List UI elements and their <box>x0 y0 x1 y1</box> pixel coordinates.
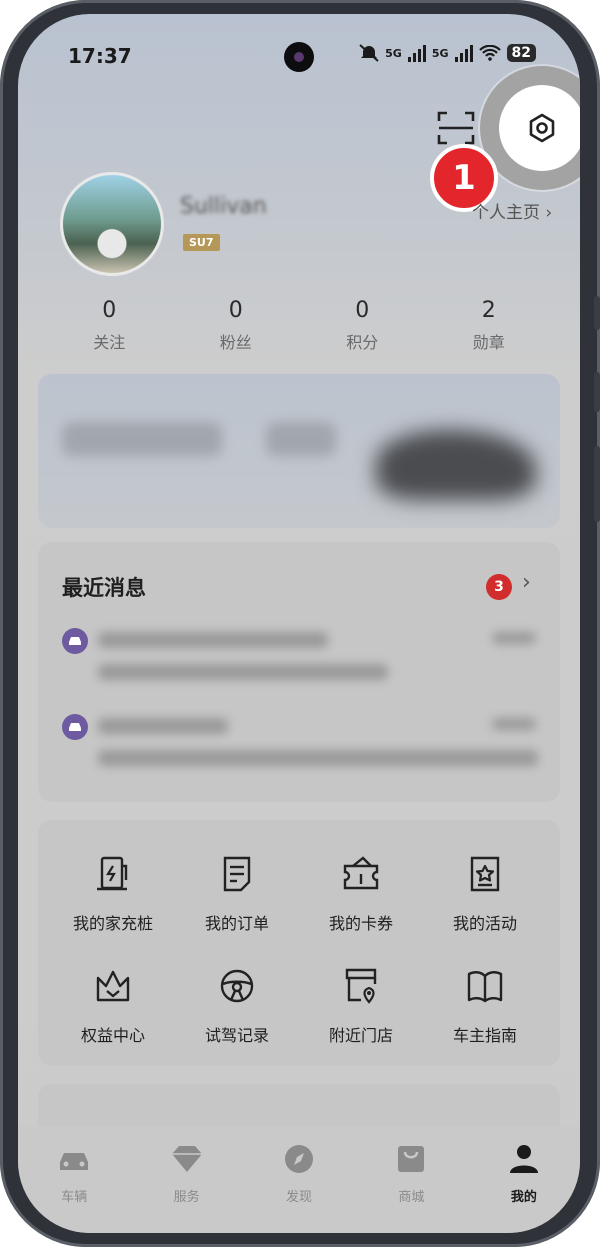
diamond-icon <box>171 1146 202 1172</box>
shopping-bag-icon <box>398 1146 425 1172</box>
activity-icon <box>470 856 500 892</box>
service-label: 车主指南 <box>452 1026 517 1045</box>
person-icon <box>509 1145 538 1173</box>
wifi-icon <box>478 45 501 61</box>
service-nearby-stores[interactable]: 附近门店 <box>299 966 423 1046</box>
tab-label: 我的 <box>510 1190 537 1205</box>
tab-mall[interactable]: 商城 <box>355 1144 467 1233</box>
store-location-icon <box>345 968 377 1004</box>
service-my-activities[interactable]: 我的活动 <box>423 854 547 934</box>
stats-row: 0 关注 0 粉丝 0 积分 2 勋章 <box>46 298 552 353</box>
car-icon <box>62 714 88 740</box>
services-grid: 我的家充桩 我的订单 我的卡券 我的活动 权益中心 试驾记录 附近门店 车主指南 <box>38 820 560 1066</box>
phone-side-button <box>594 296 600 330</box>
gear-icon <box>529 113 555 143</box>
tab-label: 服务 <box>173 1190 200 1205</box>
messages-title: 最近消息 <box>62 576 146 600</box>
service-label: 试驾记录 <box>204 1026 269 1045</box>
signal-icon <box>407 44 426 62</box>
tab-vehicle[interactable]: 车辆 <box>18 1144 130 1233</box>
mute-icon <box>359 44 379 62</box>
blurred-vehicle-info <box>266 422 336 456</box>
app-screen: 17:37 5G 5G 82 1 Sullivan SU7 个人主页 › 0 关注… <box>18 14 580 1233</box>
network-label: 5G <box>385 46 402 60</box>
phone-side-button <box>594 446 600 522</box>
vehicle-image <box>376 430 536 500</box>
charger-icon <box>97 856 128 891</box>
message-item[interactable] <box>62 710 542 780</box>
stat-label: 积分 <box>346 333 379 352</box>
blurred-message-time <box>492 632 536 644</box>
stat-follow[interactable]: 0 关注 <box>46 298 173 353</box>
service-label: 我的订单 <box>204 914 269 933</box>
car-icon <box>62 628 88 654</box>
crown-icon <box>96 970 130 1002</box>
stat-label: 粉丝 <box>219 333 252 352</box>
front-camera <box>284 42 314 72</box>
service-label: 附近门店 <box>328 1026 393 1045</box>
tab-mine[interactable]: 我的 <box>468 1144 580 1233</box>
service-owner-guide[interactable]: 车主指南 <box>423 966 547 1046</box>
network-label: 5G <box>431 46 449 60</box>
status-time: 17:37 <box>68 44 132 68</box>
battery-indicator: 82 <box>506 44 536 62</box>
blurred-message-body <box>98 750 538 766</box>
service-benefits-center[interactable]: 权益中心 <box>51 966 175 1046</box>
compass-icon <box>285 1145 314 1173</box>
phone-side-button <box>594 372 600 412</box>
tab-discover[interactable]: 发现 <box>243 1144 355 1233</box>
service-my-coupons[interactable]: 我的卡券 <box>299 854 423 934</box>
username: Sullivan <box>180 194 267 219</box>
signal-icon <box>454 44 473 62</box>
stat-label: 勋章 <box>472 333 505 352</box>
tab-label: 发现 <box>286 1190 313 1205</box>
service-label: 我的家充桩 <box>72 914 153 933</box>
stat-label: 关注 <box>93 333 126 352</box>
status-icons: 5G 5G 82 <box>359 44 536 62</box>
service-test-drive-records[interactable]: 试驾记录 <box>175 966 299 1046</box>
steering-wheel-icon <box>220 969 254 1003</box>
vehicle-card[interactable] <box>38 374 560 528</box>
stat-medals[interactable]: 2 勋章 <box>426 298 553 353</box>
service-label: 我的活动 <box>452 914 517 933</box>
blurred-message-title <box>98 632 328 648</box>
homepage-link[interactable]: 个人主页 › <box>472 198 552 223</box>
car-icon <box>60 1153 89 1170</box>
stat-fans[interactable]: 0 粉丝 <box>173 298 300 353</box>
stat-value: 2 <box>481 298 496 323</box>
settings-button[interactable] <box>499 85 580 171</box>
bottom-tab-bar: 车辆 服务 发现 商城 我的 <box>18 1126 580 1233</box>
blurred-vehicle-name <box>62 422 222 456</box>
stat-value: 0 <box>102 298 117 323</box>
recent-messages-card[interactable]: 最近消息 3 › <box>38 542 560 802</box>
level-badge: SU7 <box>183 234 220 251</box>
service-my-orders[interactable]: 我的订单 <box>175 854 299 934</box>
service-home-charger[interactable]: 我的家充桩 <box>51 854 175 934</box>
stat-points[interactable]: 0 积分 <box>299 298 426 353</box>
service-label: 权益中心 <box>80 1026 145 1045</box>
tab-service[interactable]: 服务 <box>130 1144 242 1233</box>
unread-count-badge: 3 <box>486 574 512 600</box>
service-label: 我的卡券 <box>328 914 393 933</box>
tab-label: 商城 <box>398 1190 425 1205</box>
ticket-icon <box>343 856 379 890</box>
order-icon <box>223 856 251 892</box>
message-item[interactable] <box>62 624 542 694</box>
chevron-right-icon: › <box>522 570 531 595</box>
scan-icon[interactable] <box>436 110 476 146</box>
blurred-message-time <box>492 718 536 730</box>
book-icon <box>467 971 503 1003</box>
stat-value: 0 <box>355 298 370 323</box>
stat-value: 0 <box>228 298 243 323</box>
blurred-message-body <box>98 664 388 680</box>
avatar[interactable] <box>60 172 164 276</box>
blurred-message-title <box>98 718 228 734</box>
tab-label: 车辆 <box>61 1190 88 1205</box>
